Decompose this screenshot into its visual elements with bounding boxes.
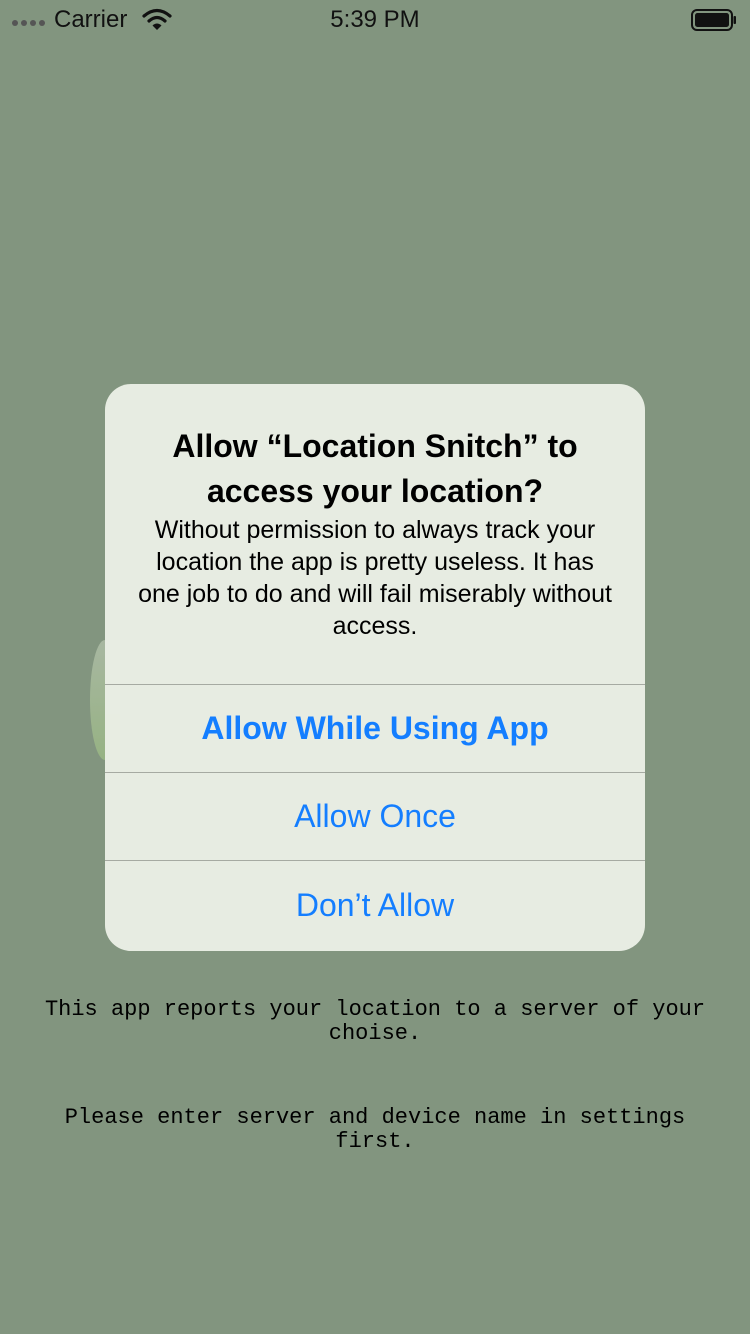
allow-while-using-app-button[interactable]: Allow While Using App bbox=[105, 684, 645, 772]
app-description-text: This app reports your location to a serv… bbox=[44, 997, 706, 1046]
alert-message: Without permission to always track your … bbox=[138, 516, 612, 640]
status-time: 5:39 PM bbox=[330, 6, 420, 33]
alert-title: Allow “Location Snitch” to access your l… bbox=[172, 428, 578, 509]
alert-actions: Allow While Using App Allow Once Don’t A… bbox=[105, 684, 645, 950]
allow-once-button[interactable]: Allow Once bbox=[105, 772, 645, 860]
dont-allow-button[interactable]: Don’t Allow bbox=[105, 860, 645, 950]
status-bar: Carrier 5:39 PM bbox=[0, 0, 750, 40]
battery-icon bbox=[691, 9, 736, 31]
setup-instruction-text: Please enter server and device name in s… bbox=[64, 1105, 686, 1154]
location-permission-alert: Allow “Location Snitch” to access your l… bbox=[105, 384, 645, 951]
